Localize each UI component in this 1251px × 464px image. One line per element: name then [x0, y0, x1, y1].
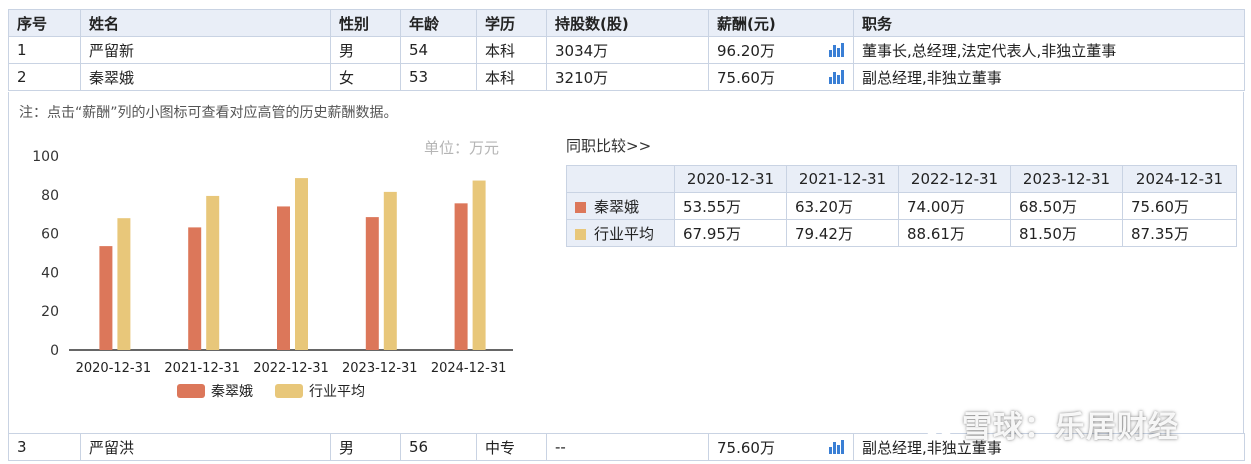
- col-header-shares[interactable]: 持股数(股): [546, 9, 709, 37]
- compare-cell: 79.42万: [786, 219, 899, 247]
- x-tick-label: 2020-12-31: [76, 361, 152, 376]
- y-tick-label: 40: [41, 265, 59, 281]
- table-row: 1 严留新 男 54 本科 3034万 96.20万 董事长,总经理,法定代表人…: [8, 36, 1245, 64]
- compare-col-header: 2023-12-31: [1010, 165, 1123, 193]
- bar-executive: [99, 246, 113, 350]
- cell-salary: 75.60万: [708, 433, 854, 461]
- col-header-name[interactable]: 姓名: [80, 9, 331, 37]
- x-tick-label: 2024-12-31: [431, 361, 507, 376]
- table-row: 2 秦翠娥 女 53 本科 3210万 75.60万 副总经理,非独立董事: [8, 63, 1245, 91]
- col-header-edu[interactable]: 学历: [476, 9, 547, 37]
- cell-name: 严留新: [80, 36, 331, 64]
- cell-name: 严留洪: [80, 433, 331, 461]
- peer-compare-table: 2020-12-31 2021-12-31 2022-12-31 2023-12…: [566, 165, 1237, 247]
- cell-gender: 男: [330, 36, 401, 64]
- cell-edu: 中专: [476, 433, 547, 461]
- col-header-salary[interactable]: 薪酬(元): [708, 9, 854, 37]
- bar-chart-icon[interactable]: [829, 440, 845, 454]
- legend-label: 秦翠娥: [211, 384, 253, 400]
- compare-corner: [566, 165, 675, 193]
- cell-gender: 男: [330, 433, 401, 461]
- cell-no: 2: [8, 63, 81, 91]
- cell-title: 副总经理,非独立董事: [853, 63, 1245, 91]
- cell-shares: --: [546, 433, 709, 461]
- salary-note: 注：点击“薪酬”列的小图标可查看对应高管的历史薪酬数据。: [19, 105, 398, 121]
- snowball-logo-icon: [922, 415, 956, 439]
- bar-industry-avg: [383, 191, 397, 350]
- salary-history-panel: 注：点击“薪酬”列的小图标可查看对应高管的历史薪酬数据。 单位：万元 0 20 40…: [8, 92, 1244, 433]
- bar-executive: [277, 206, 290, 350]
- table-header-row: 序号 姓名 性别 年龄 学历 持股数(股) 薪酬(元) 职务: [8, 9, 1245, 37]
- legend-label: 行业平均: [309, 384, 365, 400]
- x-tick-label: 2023-12-31: [342, 361, 418, 376]
- y-tick-label: 0: [50, 343, 59, 359]
- compare-cell: 53.55万: [674, 192, 787, 220]
- compare-cell: 87.35万: [1122, 219, 1237, 247]
- col-header-no[interactable]: 序号: [8, 9, 81, 37]
- legend-swatch: [575, 201, 586, 213]
- col-header-gender[interactable]: 性别: [330, 9, 401, 37]
- cell-salary: 96.20万: [708, 36, 854, 64]
- executives-table: 序号 姓名 性别 年龄 学历 持股数(股) 薪酬(元) 职务 1 严留新 男 5…: [8, 9, 1245, 91]
- bar-executive: [188, 227, 202, 350]
- compare-cell: 88.61万: [898, 219, 1011, 247]
- y-tick-label: 100: [32, 149, 59, 165]
- cell-name: 秦翠娥: [80, 63, 331, 91]
- compare-col-header: 2022-12-31: [898, 165, 1011, 193]
- peer-compare-link[interactable]: 同职比较>>: [566, 135, 651, 156]
- compare-row-executive: 秦翠娥 53.55万 63.20万 74.00万 68.50万 75.60万: [566, 192, 1237, 220]
- bar-executive: [454, 203, 468, 350]
- legend-swatch: [275, 384, 303, 398]
- salary-value: 96.20万: [717, 41, 775, 60]
- compare-cell: 74.00万: [898, 192, 1011, 220]
- legend-swatch: [575, 228, 586, 240]
- compare-col-header: 2024-12-31: [1122, 165, 1237, 193]
- legend-swatch: [177, 384, 205, 398]
- compare-row-label-text: 秦翠娥: [594, 197, 640, 216]
- cell-title: 董事长,总经理,法定代表人,非独立董事: [853, 36, 1245, 64]
- compare-cell: 81.50万: [1010, 219, 1123, 247]
- x-tick-label: 2021-12-31: [164, 361, 240, 376]
- compare-cell: 63.20万: [786, 192, 899, 220]
- cell-shares: 3210万: [546, 63, 709, 91]
- compare-col-header: 2021-12-31: [786, 165, 899, 193]
- compare-row-label: 秦翠娥: [566, 192, 675, 220]
- cell-salary: 75.60万: [708, 63, 854, 91]
- watermark: 雪球：乐居财经: [922, 402, 1179, 446]
- cell-age: 54: [400, 36, 477, 64]
- cell-shares: 3034万: [546, 36, 709, 64]
- cell-no: 1: [8, 36, 81, 64]
- watermark-text: 雪球：乐居财经: [962, 410, 1179, 445]
- compare-cell: 67.95万: [674, 219, 787, 247]
- bar-industry-avg: [117, 218, 131, 350]
- compare-cell: 68.50万: [1010, 192, 1123, 220]
- compare-row-label-text: 行业平均: [594, 224, 655, 243]
- bar-industry-avg: [206, 195, 220, 350]
- cell-edu: 本科: [476, 63, 547, 91]
- y-tick-label: 20: [41, 304, 59, 320]
- cell-no: 3: [8, 433, 81, 461]
- y-tick-label: 80: [41, 188, 59, 204]
- salary-value: 75.60万: [717, 68, 775, 87]
- compare-cell: 75.60万: [1122, 192, 1237, 220]
- compare-header-row: 2020-12-31 2021-12-31 2022-12-31 2023-12…: [566, 165, 1237, 193]
- bar-industry-avg: [472, 180, 486, 350]
- cell-gender: 女: [330, 63, 401, 91]
- salary-bar-chart: 0 20 40 60 80 100 2020-12-31 2021-12-31 2022-12-…: [32, 149, 513, 400]
- bar-industry-avg: [295, 178, 308, 350]
- cell-age: 56: [400, 433, 477, 461]
- bar-chart-icon[interactable]: [829, 43, 845, 57]
- col-header-title[interactable]: 职务: [853, 9, 1245, 37]
- bar-chart-icon[interactable]: [829, 70, 845, 84]
- compare-row-industry: 行业平均 67.95万 79.42万 88.61万 81.50万 87.35万: [566, 219, 1237, 247]
- cell-edu: 本科: [476, 36, 547, 64]
- col-header-age[interactable]: 年龄: [400, 9, 477, 37]
- bar-executive: [365, 217, 379, 350]
- x-tick-label: 2022-12-31: [253, 361, 329, 376]
- y-tick-label: 60: [41, 227, 59, 243]
- cell-age: 53: [400, 63, 477, 91]
- salary-value: 75.60万: [717, 438, 775, 457]
- compare-row-label: 行业平均: [566, 219, 675, 247]
- compare-col-header: 2020-12-31: [674, 165, 787, 193]
